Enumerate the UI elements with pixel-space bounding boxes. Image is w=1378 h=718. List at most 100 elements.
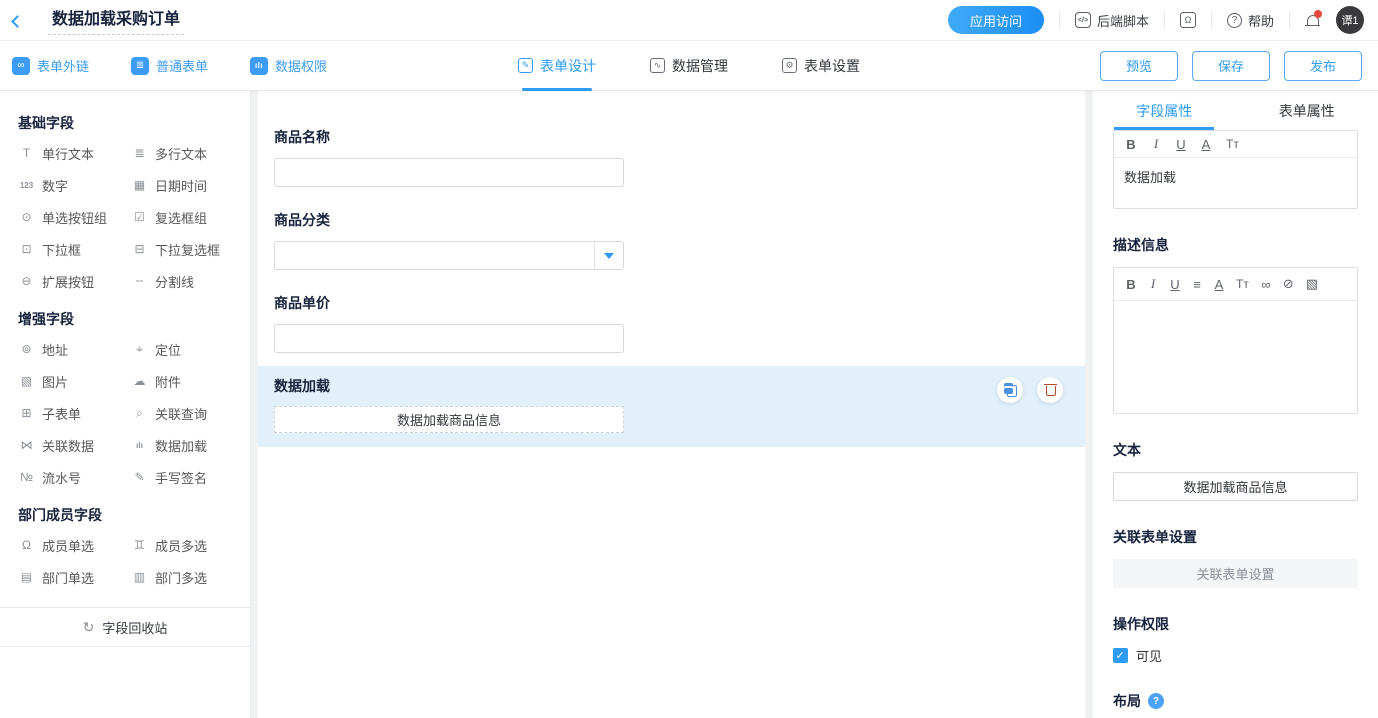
data-permission-label: 数据权限 bbox=[275, 56, 327, 75]
tab-form-design[interactable]: ✎ 表单设计 bbox=[518, 41, 596, 91]
section-title-enhanced-fields: 增强字段 bbox=[0, 301, 250, 333]
layout-help-icon[interactable]: ? bbox=[1148, 693, 1164, 709]
field-item-member-multi[interactable]: ♊成员多选 bbox=[131, 529, 244, 561]
insert-image-icon[interactable]: ▧ bbox=[1306, 276, 1318, 292]
field-item-dept-multi[interactable]: ▥部门多选 bbox=[131, 561, 244, 593]
permission-label: 操作权限 bbox=[1113, 614, 1358, 634]
field-item-serial-number[interactable]: №流水号 bbox=[18, 461, 131, 493]
font-size-icon[interactable]: Tᴛ bbox=[1226, 137, 1239, 151]
form-external-link-button[interactable]: ∞ 表单外链 bbox=[12, 56, 89, 75]
divider-line-icon: ╌ bbox=[131, 274, 148, 288]
field-item-label: 单行文本 bbox=[42, 144, 94, 163]
code-icon: </> bbox=[1075, 12, 1091, 28]
font-color-icon[interactable]: A bbox=[1214, 277, 1224, 292]
field-item-extend-button[interactable]: ⊖扩展按钮 bbox=[18, 265, 131, 297]
description-editor: B I U ≡ A Tᴛ ∞ ⊘ ▧ bbox=[1113, 267, 1358, 414]
title-editor-toolbar: B I U A Tᴛ bbox=[1114, 131, 1357, 158]
field-label: 商品名称 bbox=[274, 127, 1085, 147]
notification-bell-icon[interactable] bbox=[1305, 13, 1321, 28]
italic-icon[interactable]: I bbox=[1151, 136, 1161, 152]
backend-script-button[interactable]: </> 后端脚本 bbox=[1075, 11, 1149, 30]
field-item-attachment[interactable]: ☁附件 bbox=[131, 365, 244, 397]
radio-group-icon: ⊙ bbox=[18, 210, 35, 224]
field-item-location[interactable]: ⌖定位 bbox=[131, 333, 244, 365]
field-item-multi-line-text[interactable]: ≣多行文本 bbox=[131, 137, 244, 169]
underline-icon[interactable]: U bbox=[1176, 137, 1186, 152]
product-name-input[interactable] bbox=[274, 158, 624, 187]
field-item-lookup-query[interactable]: ⌕关联查询 bbox=[131, 397, 244, 429]
field-item-datetime[interactable]: ▦日期时间 bbox=[131, 169, 244, 201]
field-item-label: 附件 bbox=[155, 372, 181, 391]
tab-form-properties[interactable]: 表单属性 bbox=[1236, 91, 1378, 130]
data-load-icon: ılı bbox=[131, 441, 148, 450]
italic-icon[interactable]: I bbox=[1148, 276, 1158, 292]
back-button[interactable] bbox=[0, 15, 34, 26]
page-title[interactable]: 数据加载采购订单 bbox=[48, 5, 184, 35]
field-item-linked-data[interactable]: ⋈关联数据 bbox=[18, 429, 131, 461]
app-access-button[interactable]: 应用访问 bbox=[948, 6, 1044, 34]
field-item-label: 下拉框 bbox=[42, 240, 81, 259]
visible-checkbox[interactable] bbox=[1113, 648, 1128, 663]
canvas-field-product-price[interactable]: 商品单价 bbox=[258, 270, 1085, 353]
field-item-number[interactable]: 123数字 bbox=[18, 169, 131, 201]
link-icon[interactable]: ∞ bbox=[1261, 277, 1271, 292]
field-item-select[interactable]: ⊡下拉框 bbox=[18, 233, 131, 265]
field-item-signature[interactable]: ✎手写签名 bbox=[131, 461, 244, 493]
font-size-icon[interactable]: Tᴛ bbox=[1236, 277, 1249, 291]
field-item-divider-line[interactable]: ╌分割线 bbox=[131, 265, 244, 297]
dept-multi-icon: ▥ bbox=[131, 570, 148, 584]
field-title-editor: B I U A Tᴛ 数据加载 bbox=[1113, 130, 1358, 209]
bold-icon[interactable]: B bbox=[1126, 137, 1136, 152]
preview-button[interactable]: 预览 bbox=[1100, 51, 1178, 81]
button-text-value[interactable]: 数据加载商品信息 bbox=[1113, 472, 1358, 501]
delete-field-button[interactable] bbox=[1037, 377, 1063, 403]
field-item-dept-single[interactable]: ▤部门单选 bbox=[18, 561, 131, 593]
location-icon: ⌖ bbox=[131, 342, 148, 357]
underline-icon[interactable]: U bbox=[1170, 277, 1180, 292]
canvas-field-data-load-selected[interactable]: 数据加载 数据加载商品信息 bbox=[258, 366, 1085, 447]
description-input[interactable] bbox=[1114, 301, 1357, 413]
field-item-address[interactable]: ⊚地址 bbox=[18, 333, 131, 365]
contacts-icon: Ω bbox=[1180, 12, 1196, 28]
copy-icon bbox=[1004, 383, 1017, 397]
product-price-input[interactable] bbox=[274, 324, 624, 353]
tab-form-settings[interactable]: ⚙ 表单设置 bbox=[782, 41, 860, 91]
save-button[interactable]: 保存 bbox=[1192, 51, 1270, 81]
form-link-group: ∞ 表单外链 ≣ 普通表单 ılı 数据权限 bbox=[0, 56, 327, 75]
layout-label-text: 布局 bbox=[1113, 691, 1141, 711]
field-item-label: 地址 bbox=[42, 340, 68, 359]
canvas-field-product-category[interactable]: 商品分类 bbox=[258, 187, 1085, 270]
field-recycle-bin-button[interactable]: ↻ 字段回收站 bbox=[0, 607, 250, 647]
data-load-trigger-button[interactable]: 数据加载商品信息 bbox=[274, 406, 624, 433]
canvas-field-product-name[interactable]: 商品名称 bbox=[258, 91, 1085, 187]
field-item-radio-group[interactable]: ⊙单选按钮组 bbox=[18, 201, 131, 233]
duplicate-field-button[interactable] bbox=[997, 377, 1023, 403]
publish-button[interactable]: 发布 bbox=[1284, 51, 1362, 81]
chevron-down-icon bbox=[604, 253, 614, 264]
field-item-multi-select[interactable]: ⊟下拉复选框 bbox=[131, 233, 244, 265]
field-item-image[interactable]: ▧图片 bbox=[18, 365, 131, 397]
divider bbox=[1059, 12, 1060, 28]
normal-form-button[interactable]: ≣ 普通表单 bbox=[131, 56, 208, 75]
field-item-checkbox-group[interactable]: ☑复选框组 bbox=[131, 201, 244, 233]
tab-data-management[interactable]: ∿ 数据管理 bbox=[650, 41, 728, 91]
help-button[interactable]: ? 帮助 bbox=[1227, 11, 1274, 30]
field-item-data-load[interactable]: ılı数据加载 bbox=[131, 429, 244, 461]
serial-number-icon: № bbox=[18, 470, 35, 484]
field-item-subform[interactable]: ⊞子表单 bbox=[18, 397, 131, 429]
tab-field-properties[interactable]: 字段属性 bbox=[1093, 91, 1236, 130]
contacts-button[interactable]: Ω bbox=[1180, 12, 1196, 28]
font-color-icon[interactable]: A bbox=[1201, 137, 1211, 152]
field-item-label: 多行文本 bbox=[155, 144, 207, 163]
lookup-query-icon: ⌕ bbox=[131, 406, 148, 421]
field-item-member-single[interactable]: Ω成员单选 bbox=[18, 529, 131, 561]
field-title-input[interactable]: 数据加载 bbox=[1114, 158, 1357, 208]
unlink-icon[interactable]: ⊘ bbox=[1283, 276, 1294, 292]
product-category-select[interactable] bbox=[274, 241, 624, 270]
bold-icon[interactable]: B bbox=[1126, 277, 1136, 292]
user-avatar[interactable]: 谭1 bbox=[1336, 6, 1364, 34]
field-item-single-line-text[interactable]: T单行文本 bbox=[18, 137, 131, 169]
related-form-settings-button[interactable]: 关联表单设置 bbox=[1113, 559, 1358, 588]
data-permission-button[interactable]: ılı 数据权限 bbox=[250, 56, 327, 75]
align-icon[interactable]: ≡ bbox=[1192, 277, 1202, 292]
